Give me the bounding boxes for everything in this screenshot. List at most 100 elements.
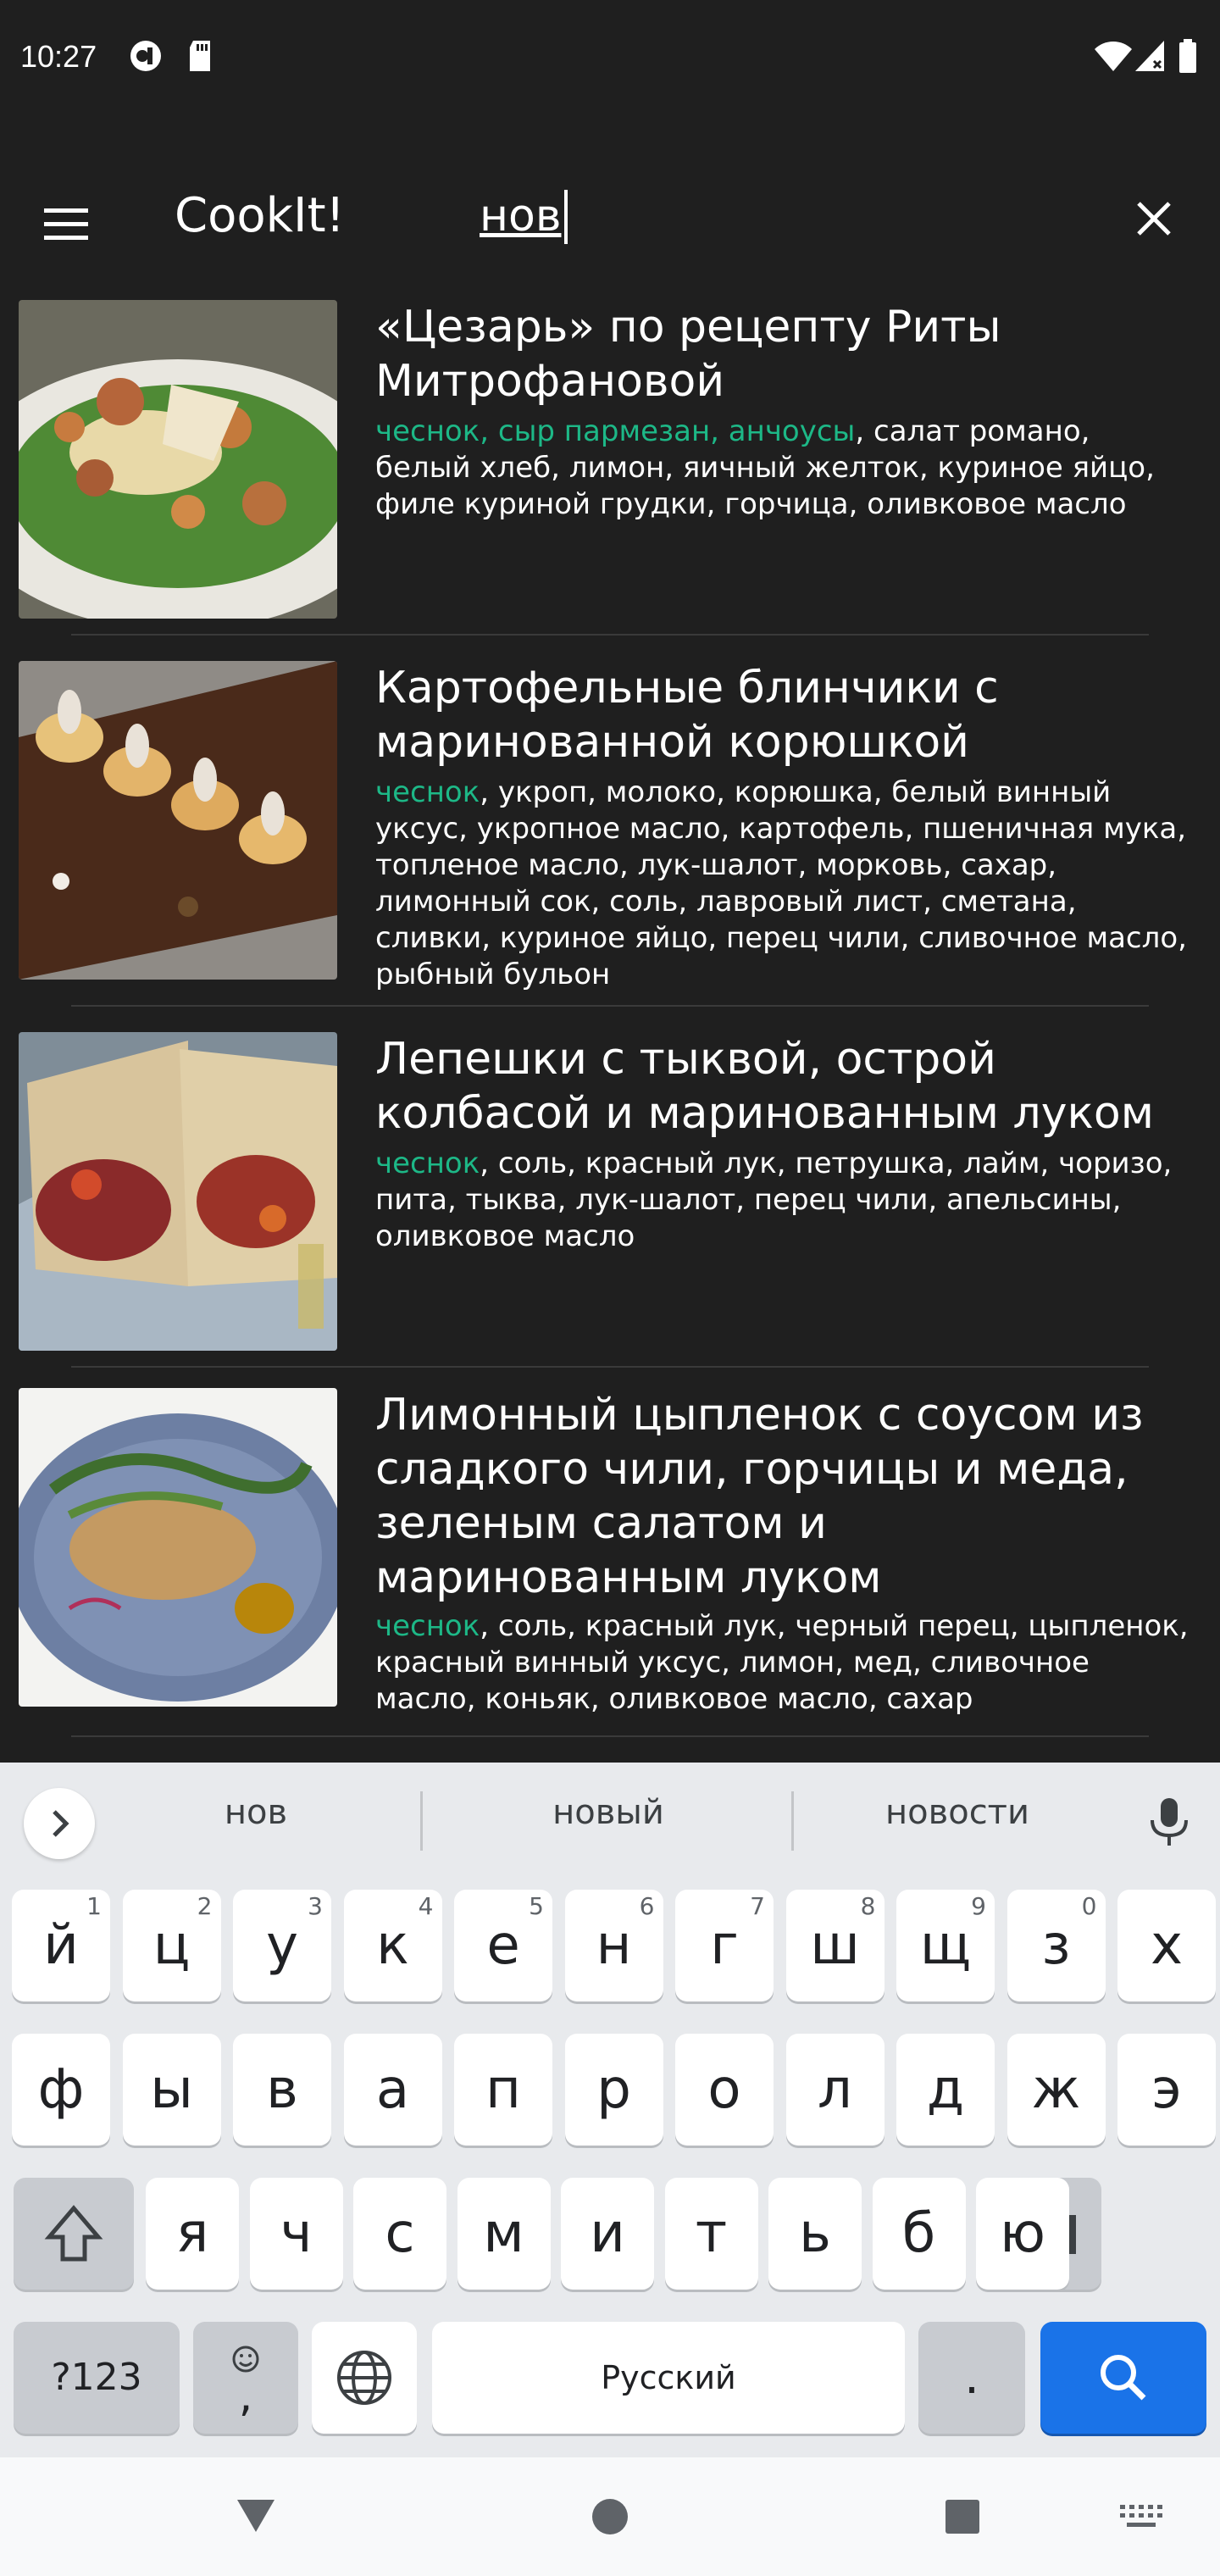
recipe-item[interactable]: Картофельные блинчики с маринованной кор… bbox=[0, 649, 1220, 1010]
key-н[interactable]: н6 bbox=[564, 1890, 663, 2001]
key-л[interactable]: л bbox=[785, 2034, 884, 2146]
key-э[interactable]: э bbox=[1117, 2034, 1216, 2146]
key-label: я bbox=[175, 2202, 209, 2265]
recipe-title: «Цезарь» по рецепту Риты Митрофановой bbox=[375, 302, 1001, 407]
app-notification-icon bbox=[130, 41, 161, 71]
key-е[interactable]: е5 bbox=[454, 1890, 552, 2001]
recipe-ingredients: чеснок, укроп, молоко, корюшка, белый ви… bbox=[375, 774, 1189, 993]
key-и[interactable]: и bbox=[561, 2178, 654, 2290]
emoji-comma-key[interactable]: , bbox=[193, 2322, 298, 2434]
key-с[interactable]: с bbox=[353, 2178, 446, 2290]
key-ц[interactable]: ц2 bbox=[122, 1890, 221, 2001]
key-label: т bbox=[695, 2202, 728, 2265]
search-input[interactable] bbox=[480, 186, 1022, 246]
key-о[interactable]: о bbox=[675, 2034, 774, 2146]
key-а[interactable]: а bbox=[343, 2034, 442, 2146]
recipe-item[interactable]: Лепешки с тыквой, острой колбасой и мари… bbox=[0, 1020, 1220, 1381]
key-т[interactable]: т bbox=[664, 2178, 758, 2290]
key-г[interactable]: г7 bbox=[675, 1890, 774, 2001]
key-д[interactable]: д bbox=[896, 2034, 995, 2146]
shift-icon bbox=[44, 2205, 103, 2262]
key-label: ж bbox=[1031, 2058, 1081, 2121]
suggestion-divider bbox=[420, 1791, 423, 1851]
key-hint-number: 7 bbox=[750, 1892, 765, 1920]
key-hint-number: 3 bbox=[308, 1892, 323, 1920]
divider bbox=[71, 1735, 1149, 1737]
recipe-list[interactable]: «Цезарь» по рецепту Риты Митрофановой че… bbox=[0, 288, 1220, 1763]
close-icon[interactable] bbox=[1127, 192, 1181, 246]
recipe-item[interactable] bbox=[0, 1752, 1220, 1763]
key-р[interactable]: р bbox=[564, 2034, 663, 2146]
key-label: р bbox=[596, 2058, 631, 2121]
key-я[interactable]: я bbox=[146, 2178, 239, 2290]
battery-icon bbox=[1179, 39, 1196, 73]
key-label: и bbox=[590, 2202, 625, 2265]
recipe-item[interactable]: «Цезарь» по рецепту Риты Митрофановой че… bbox=[0, 288, 1220, 649]
key-в[interactable]: в bbox=[233, 2034, 331, 2146]
suggestion-divider bbox=[791, 1791, 794, 1851]
key-п[interactable]: п bbox=[454, 2034, 552, 2146]
key-ж[interactable]: ж bbox=[1006, 2034, 1106, 2146]
key-label: в bbox=[266, 2058, 298, 2121]
symbols-key[interactable]: ?123 bbox=[14, 2322, 180, 2434]
key-hint-number: 0 bbox=[1081, 1892, 1097, 1920]
key-й[interactable]: й1 bbox=[12, 1890, 110, 2001]
key-hint-number: 5 bbox=[529, 1892, 544, 1920]
key-щ[interactable]: щ9 bbox=[896, 1890, 995, 2001]
keyboard-switch-icon[interactable] bbox=[1120, 2505, 1162, 2529]
key-у[interactable]: у3 bbox=[233, 1890, 331, 2001]
search-key[interactable] bbox=[1040, 2322, 1206, 2434]
recents-icon[interactable] bbox=[946, 2500, 979, 2534]
matched-ingredients: чеснок bbox=[375, 1146, 480, 1180]
space-key[interactable]: Русский bbox=[432, 2322, 905, 2434]
other-ingredients: , соль, красный лук, петрушка, лайм, чор… bbox=[375, 1146, 1173, 1253]
app-bar: CookIt! bbox=[0, 119, 1220, 288]
key-ч[interactable]: ч bbox=[249, 2178, 343, 2290]
suggestion-1[interactable]: нов bbox=[129, 1793, 383, 1832]
period-key[interactable]: . bbox=[918, 2322, 1025, 2434]
key-з[interactable]: з0 bbox=[1006, 1890, 1106, 2001]
recipe-title: Картофельные блинчики с маринованной кор… bbox=[375, 663, 999, 768]
matched-ingredients: чеснок bbox=[375, 775, 480, 809]
recipe-title: Лимонный цыпленок с соусом из сладкого ч… bbox=[375, 1390, 1144, 1603]
suggestion-2[interactable]: новый bbox=[481, 1793, 735, 1832]
mic-icon[interactable] bbox=[1145, 1796, 1193, 1847]
key-ю[interactable]: ю bbox=[976, 2178, 1069, 2290]
suggestion-3[interactable]: новости bbox=[830, 1793, 1084, 1832]
key-label: а bbox=[375, 2058, 410, 2121]
shift-key[interactable] bbox=[14, 2178, 134, 2290]
key-м[interactable]: м bbox=[457, 2178, 551, 2290]
key-ф[interactable]: ф bbox=[12, 2034, 110, 2146]
recipe-ingredients: чеснок, соль, красный лук, черный перец,… bbox=[375, 1608, 1189, 1718]
other-ingredients: , укроп, молоко, корюшка, белый винный у… bbox=[375, 775, 1187, 991]
key-ш[interactable]: ш8 bbox=[785, 1890, 884, 2001]
globe-icon bbox=[337, 2351, 391, 2405]
menu-icon[interactable] bbox=[39, 197, 93, 251]
key-х[interactable]: х bbox=[1117, 1890, 1216, 2001]
key-label: п bbox=[485, 2058, 521, 2121]
expand-toolbar-button[interactable] bbox=[24, 1788, 95, 1859]
key-label: ы bbox=[150, 2058, 193, 2121]
key-к[interactable]: к4 bbox=[343, 1890, 442, 2001]
key-ь[interactable]: ь bbox=[768, 2178, 862, 2290]
key-label: б bbox=[901, 2202, 936, 2265]
search-icon bbox=[1101, 2355, 1146, 2401]
key-label: ь bbox=[799, 2202, 831, 2265]
home-icon[interactable] bbox=[591, 2498, 629, 2535]
recipe-item[interactable]: Лимонный цыпленок с соусом из сладкого ч… bbox=[0, 1376, 1220, 1763]
key-hint-number: 8 bbox=[860, 1892, 876, 1920]
status-time: 10:27 bbox=[20, 39, 97, 74]
key-label: с bbox=[385, 2202, 415, 2265]
key-label: ф bbox=[37, 2058, 85, 2121]
suggestion-bar: нов новый новости bbox=[0, 1763, 1220, 1874]
key-ы[interactable]: ы bbox=[122, 2034, 221, 2146]
key-hint-number: 6 bbox=[639, 1892, 655, 1920]
divider bbox=[71, 1005, 1149, 1007]
key-б[interactable]: б bbox=[872, 2178, 966, 2290]
sd-card-icon bbox=[190, 41, 210, 71]
text-cursor bbox=[564, 190, 568, 244]
key-label: х bbox=[1151, 1914, 1183, 1977]
back-icon[interactable] bbox=[236, 2496, 276, 2534]
language-key[interactable] bbox=[312, 2322, 417, 2434]
key-label: о bbox=[707, 2058, 741, 2121]
